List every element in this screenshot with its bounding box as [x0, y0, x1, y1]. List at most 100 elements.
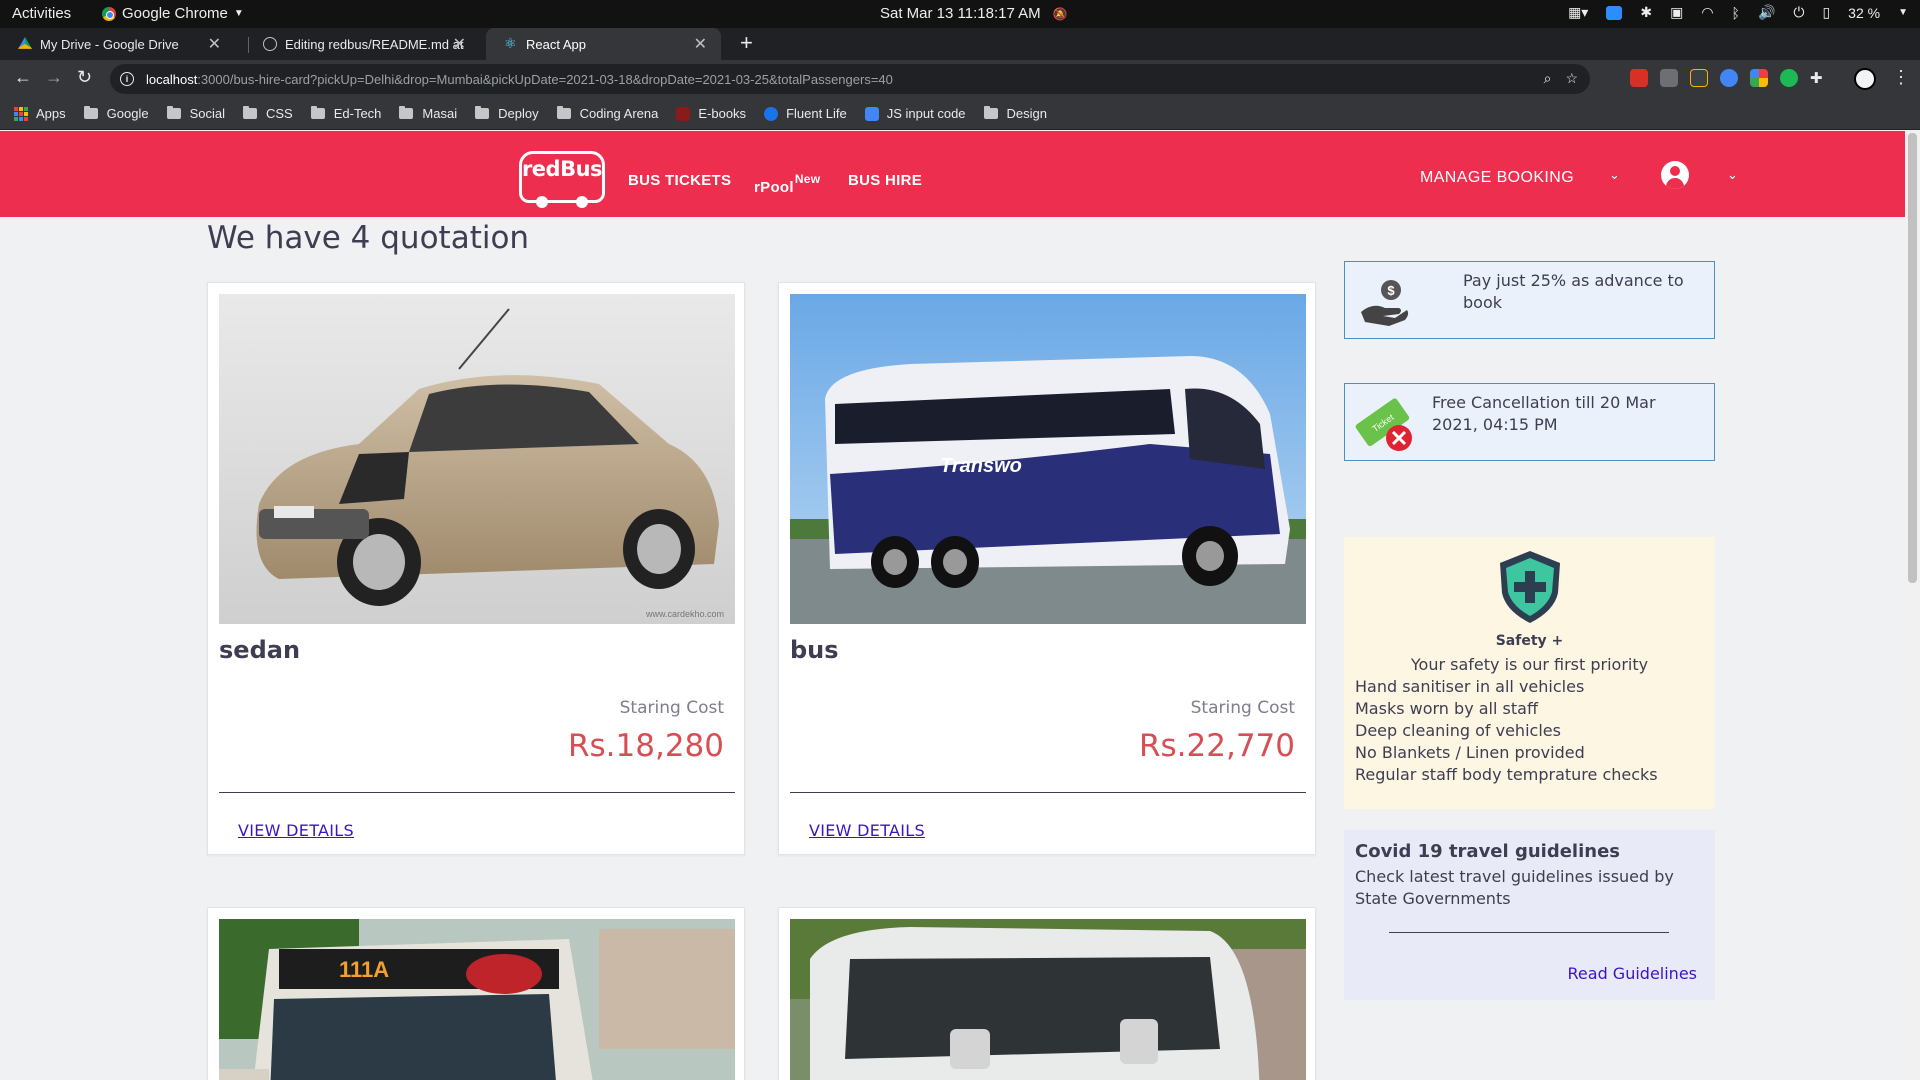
user-account-icon[interactable]	[1661, 161, 1689, 189]
screen-icon[interactable]: ▣	[1670, 4, 1683, 21]
bookmark-google[interactable]: Google	[83, 106, 149, 121]
bookmark-js-input-code[interactable]: JS input code	[864, 106, 966, 121]
info-icon[interactable]: i	[120, 72, 134, 86]
ebook-icon	[676, 106, 691, 121]
close-icon[interactable]: ✕	[208, 34, 221, 54]
back-arrow-icon[interactable]: ←	[14, 67, 32, 88]
address-bar[interactable]: i localhost:3000/bus-hire-card?pickUp=De…	[110, 64, 1590, 94]
nav-rpool-label: rPool	[754, 179, 794, 196]
system-tray[interactable]: ▦▾ ✱ ▣ ◠ ᛒ 🔊 ⏻ ▯ 32 % ▼	[1568, 4, 1908, 21]
tab-title: React App	[526, 36, 586, 52]
extension-icon[interactable]	[1780, 69, 1798, 87]
svg-text:www.cardekho.com: www.cardekho.com	[645, 609, 724, 619]
tab-react-app[interactable]: ⚛ React App ✕	[486, 28, 721, 60]
divider	[1389, 932, 1669, 933]
advance-payment-banner: $ Pay just 25% as advance to book	[1344, 261, 1715, 339]
free-cancellation-banner: Ticket Free Cancellation till 20 Mar 202…	[1344, 383, 1715, 461]
caret-down-icon[interactable]: ▼	[1898, 7, 1908, 18]
app-menu[interactable]: Google Chrome ▼	[102, 5, 244, 22]
svg-text:111A: 111A	[339, 957, 389, 982]
chevron-down-icon[interactable]: ⌄	[1609, 167, 1620, 183]
tab-strip: My Drive - Google Drive ✕ Editing redbus…	[0, 28, 1920, 60]
zoom-icon[interactable]	[1606, 5, 1623, 20]
caret-down-icon: ▼	[233, 8, 244, 19]
display-icon[interactable]: ▦▾	[1568, 4, 1588, 21]
bookmark-label: Google	[106, 106, 149, 121]
bookmark-e-books[interactable]: E-books	[676, 106, 746, 121]
manage-booking-menu[interactable]: MANAGE BOOKING	[1420, 169, 1574, 187]
menu-kebab-icon[interactable]: ⋮	[1892, 67, 1910, 88]
bookmark-fluent-life[interactable]: Fluent Life	[764, 106, 847, 121]
redbus-logo[interactable]: redBus	[519, 151, 605, 208]
covid-description: Check latest travel guidelines issued by…	[1355, 867, 1674, 908]
divider	[219, 792, 735, 793]
bookmark-star-icon[interactable]: ☆	[1565, 70, 1578, 87]
bookmark-coding-arena[interactable]: Coding Arena	[556, 106, 659, 121]
tab-google-drive[interactable]: My Drive - Google Drive ✕	[0, 28, 235, 60]
extension-icon[interactable]	[1660, 69, 1678, 87]
bookmark-social[interactable]: Social	[166, 106, 225, 121]
bookmark-masai[interactable]: Masai	[399, 106, 457, 121]
profile-avatar[interactable]	[1854, 68, 1876, 90]
activities-button[interactable]: Activities	[12, 5, 71, 22]
chevron-down-icon[interactable]: ⌄	[1727, 167, 1738, 183]
advance-text: Pay just 25% as advance to book	[1463, 271, 1684, 312]
bookmark-deploy[interactable]: Deploy	[475, 106, 539, 121]
bookmark-design[interactable]: Design	[983, 106, 1048, 121]
new-tab-button[interactable]: +	[740, 30, 753, 56]
extension-icon[interactable]	[1750, 69, 1768, 87]
bookmark-label: Apps	[36, 106, 66, 121]
browser-toolbar: ← → ↻ i localhost:3000/bus-hire-card?pic…	[0, 60, 1920, 98]
clock[interactable]: Sat Mar 13 11:18:17 AM 🔕	[880, 5, 1068, 22]
page-scrollbar[interactable]	[1905, 131, 1920, 1080]
tab-title: My Drive - Google Drive	[40, 36, 179, 52]
quotation-card: www.cardekho.com sedan Staring Cost Rs.1…	[207, 282, 745, 855]
price: Rs.22,770	[1138, 728, 1295, 764]
slack-icon[interactable]: ✱	[1640, 4, 1652, 21]
bookmark-ed-tech[interactable]: Ed-Tech	[310, 106, 381, 121]
bookmark-label: Fluent Life	[786, 106, 847, 121]
svg-text:$: $	[1387, 283, 1395, 298]
quotation-card: Transwo bus Staring Cost Rs.22,770 VIEW …	[778, 282, 1316, 855]
wifi-icon: ◠	[1701, 4, 1714, 20]
folder-icon	[475, 106, 490, 119]
divider	[790, 792, 1306, 793]
redbus-header: redBus BUS TICKETS rPoolNew BUS HIRE MAN…	[0, 131, 1905, 217]
extension-icon[interactable]	[1690, 69, 1708, 87]
puzzle-icon[interactable]: ✚	[1810, 69, 1828, 87]
bookmark-apps[interactable]: Apps	[14, 106, 66, 121]
close-icon[interactable]: ✕	[694, 34, 707, 54]
extension-icon[interactable]	[1630, 69, 1648, 87]
folder-icon	[242, 106, 257, 119]
extension-icon[interactable]	[1720, 69, 1738, 87]
extensions: ✚	[1630, 69, 1828, 87]
url-path: :3000/bus-hire-card?pickUp=Delhi&drop=Mu…	[197, 71, 893, 87]
nav-bus-hire[interactable]: BUS HIRE	[848, 172, 922, 189]
bluetooth-icon: ᛒ	[1731, 4, 1740, 21]
reload-icon[interactable]: ↻	[77, 67, 92, 88]
nav-rpool[interactable]: rPoolNew	[754, 172, 820, 196]
view-details-link[interactable]: VIEW DETAILS	[238, 821, 354, 840]
bus-photo: Transwo	[790, 294, 1306, 624]
safety-plus-panel: Safety + Your safety is our first priori…	[1344, 537, 1715, 809]
bookmark-label: Design	[1006, 106, 1048, 121]
nav-bus-tickets[interactable]: BUS TICKETS	[628, 172, 731, 189]
google-drive-icon	[18, 37, 32, 49]
url-text[interactable]: localhost:3000/bus-hire-card?pickUp=Delh…	[146, 72, 893, 87]
scrollbar-thumb[interactable]	[1908, 133, 1917, 583]
forward-arrow-icon[interactable]: →	[45, 67, 63, 88]
view-details-link[interactable]: VIEW DETAILS	[809, 821, 925, 840]
read-guidelines-link[interactable]: Read Guidelines	[1568, 964, 1697, 983]
cancellation-text: Free Cancellation till 20 Mar 2021, 04:1…	[1432, 393, 1656, 434]
fluent-life-icon	[764, 106, 779, 121]
covid-title: Covid 19 travel guidelines	[1355, 841, 1620, 862]
bookmark-label: Coding Arena	[579, 106, 659, 121]
cost-label: Staring Cost	[619, 698, 724, 718]
shield-plus-icon	[1496, 549, 1564, 625]
bookmark-css[interactable]: CSS	[242, 106, 293, 121]
zoom-icon[interactable]: ⌕	[1544, 70, 1552, 87]
folder-icon	[556, 106, 571, 119]
tab-github-readme[interactable]: Editing redbus/README.md at ✕	[245, 28, 480, 60]
tab-title: Editing redbus/README.md at	[285, 36, 464, 52]
close-icon[interactable]: ✕	[453, 34, 466, 54]
